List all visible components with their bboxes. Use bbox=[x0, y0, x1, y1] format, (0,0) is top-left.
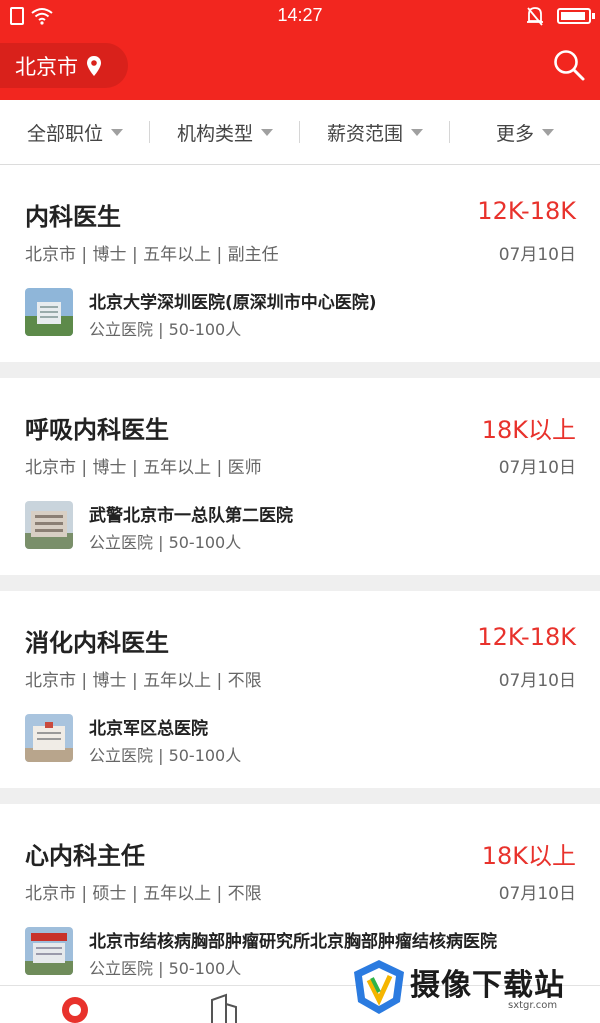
caret-down-icon bbox=[111, 128, 123, 136]
job-date: 07月10日 bbox=[498, 884, 576, 904]
job-salary: 12K-18K bbox=[477, 197, 576, 225]
hospital-name: 北京军区总医院 bbox=[89, 719, 208, 739]
filter-salary[interactable]: 薪资范围 bbox=[300, 119, 450, 146]
app-screen: 14:27 北京市 全部职位 机构类型 薪资范围 更多 内科医生 12K-18K… bbox=[0, 0, 600, 1023]
filter-salary-label: 薪资范围 bbox=[326, 122, 403, 145]
filter-position[interactable]: 全部职位 bbox=[0, 119, 150, 146]
filter-institution-type[interactable]: 机构类型 bbox=[150, 119, 300, 146]
job-title: 内科医生 bbox=[25, 203, 121, 231]
city-label: 北京市 bbox=[15, 54, 78, 79]
watermark-logo-icon bbox=[354, 960, 404, 1014]
hospital-meta: 公立医院 | 50-100人 bbox=[89, 746, 242, 765]
filter-bar: 全部职位 机构类型 薪资范围 更多 bbox=[0, 100, 600, 165]
caret-down-icon bbox=[542, 128, 554, 136]
job-title: 呼吸内科医生 bbox=[25, 416, 169, 444]
job-date: 07月10日 bbox=[498, 458, 576, 478]
hospital-thumbnail bbox=[25, 927, 73, 975]
hospital-thumbnail bbox=[25, 501, 73, 549]
hospital-name: 北京市结核病胸部肿瘤研究所北京胸部肿瘤结核病医院 bbox=[89, 932, 497, 952]
filter-position-label: 全部职位 bbox=[26, 122, 103, 145]
job-date: 07月10日 bbox=[498, 671, 576, 691]
watermark-url: sxtgr.com bbox=[508, 1000, 558, 1011]
watermark-text: 摄像下载站 bbox=[410, 968, 565, 1003]
hospital-meta: 公立医院 | 50-100人 bbox=[89, 533, 242, 552]
filter-more-label: 更多 bbox=[495, 122, 534, 145]
job-salary: 18K以上 bbox=[481, 416, 576, 444]
job-meta: 北京市 | 硕士 | 五年以上 | 不限 bbox=[25, 884, 262, 904]
hospital-name: 武警北京市一总队第二医院 bbox=[89, 506, 293, 526]
caret-down-icon bbox=[261, 128, 273, 136]
hospital-thumbnail bbox=[25, 288, 73, 336]
hospital-thumbnail bbox=[25, 714, 73, 762]
company-tab-icon[interactable] bbox=[208, 992, 240, 1023]
location-pin-icon bbox=[87, 55, 101, 76]
job-card[interactable]: 消化内科医生 12K-18K 北京市 | 博士 | 五年以上 | 不限 07月1… bbox=[0, 591, 600, 788]
home-tab-icon[interactable] bbox=[59, 992, 91, 1023]
filter-institution-label: 机构类型 bbox=[176, 122, 253, 145]
app-header: 14:27 北京市 bbox=[0, 0, 600, 100]
city-selector[interactable]: 北京市 bbox=[0, 43, 128, 88]
job-card[interactable]: 内科医生 12K-18K 北京市 | 博士 | 五年以上 | 副主任 07月10… bbox=[0, 165, 600, 362]
job-meta: 北京市 | 博士 | 五年以上 | 医师 bbox=[25, 458, 262, 478]
status-bar: 14:27 bbox=[0, 0, 600, 34]
job-title: 消化内科医生 bbox=[25, 629, 169, 657]
status-time: 14:27 bbox=[277, 5, 323, 25]
hospital-name: 北京大学深圳医院(原深圳市中心医院) bbox=[89, 293, 377, 313]
job-salary: 12K-18K bbox=[477, 623, 576, 651]
caret-down-icon bbox=[411, 128, 423, 136]
job-title: 心内科主任 bbox=[25, 842, 145, 870]
battery-icon bbox=[557, 8, 595, 24]
hospital-meta: 公立医院 | 50-100人 bbox=[89, 320, 242, 339]
job-card[interactable]: 呼吸内科医生 18K以上 北京市 | 博士 | 五年以上 | 医师 07月10日… bbox=[0, 378, 600, 575]
job-meta: 北京市 | 博士 | 五年以上 | 副主任 bbox=[25, 245, 279, 265]
mute-bell-icon bbox=[527, 7, 543, 26]
hospital-meta: 公立医院 | 50-100人 bbox=[89, 959, 242, 978]
job-date: 07月10日 bbox=[498, 245, 576, 265]
filter-more[interactable]: 更多 bbox=[450, 119, 600, 146]
watermark: 摄像下载站 sxtgr.com bbox=[352, 958, 600, 1018]
search-icon[interactable] bbox=[552, 48, 586, 82]
job-meta: 北京市 | 博士 | 五年以上 | 不限 bbox=[25, 671, 262, 691]
job-salary: 18K以上 bbox=[481, 842, 576, 870]
